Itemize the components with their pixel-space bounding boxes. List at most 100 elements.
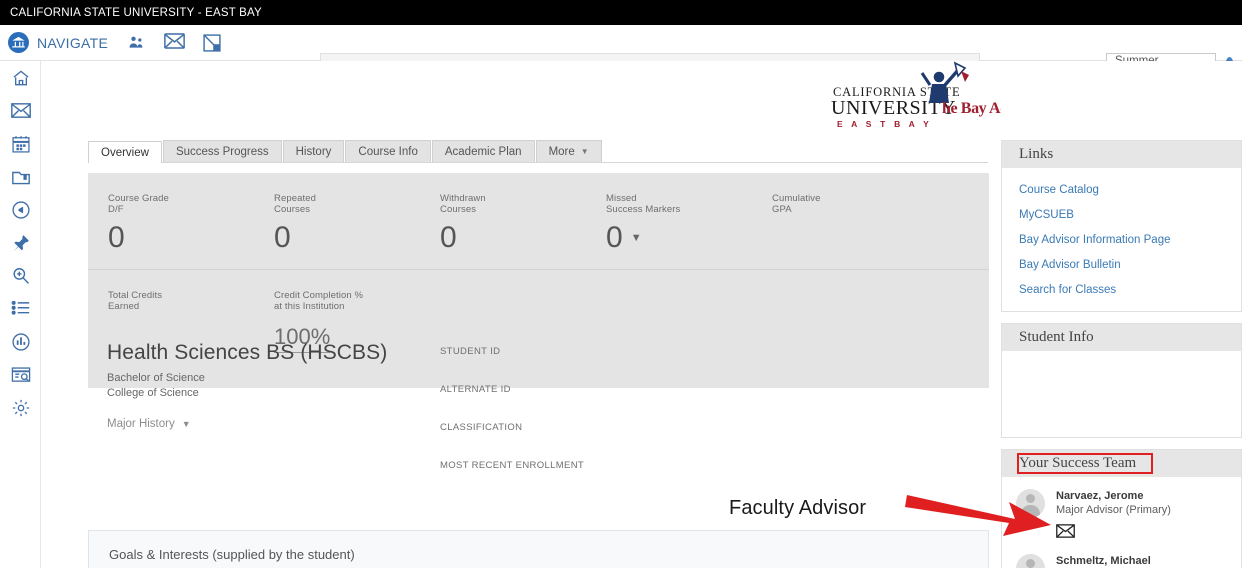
link-bay-advisor-information-page[interactable]: Bay Advisor Information Page bbox=[1019, 228, 1241, 253]
tab-label: History bbox=[295, 145, 332, 158]
member-role: Major Advisor (Primary) bbox=[1056, 504, 1171, 516]
field-alternate-id: ALTERNATE ID bbox=[440, 384, 511, 395]
metric-label-line2: Courses bbox=[440, 204, 477, 215]
rail-item-campaigns[interactable] bbox=[0, 193, 41, 226]
student-photo bbox=[1019, 368, 1103, 420]
metric-label-line1: Missed bbox=[606, 193, 637, 204]
link-course-catalog[interactable]: Course Catalog bbox=[1019, 178, 1241, 203]
institution-topbar: CALIFORNIA STATE UNIVERSITY - EAST BAY bbox=[0, 0, 1242, 25]
rail-item-home[interactable] bbox=[0, 61, 41, 94]
metrics-row-primary: Course Grade D/F 0 Repeated Courses 0 Wi… bbox=[88, 173, 989, 269]
navbar-icon-group bbox=[126, 32, 222, 53]
metric-label-line1: Repeated bbox=[274, 193, 317, 204]
mail-icon[interactable] bbox=[164, 32, 185, 53]
main-navbar: NAVIGATE Quick Search bbox=[0, 25, 1242, 84]
metric-label-line2: at this Institution bbox=[274, 301, 345, 312]
links-card-body: Course Catalog MyCSUEB Bay Advisor Infor… bbox=[1002, 168, 1241, 311]
tab-success-progress[interactable]: Success Progress bbox=[162, 140, 282, 162]
metric-label-line1: Credit Completion % bbox=[274, 290, 364, 301]
success-team-card-title: Your Success Team bbox=[1019, 455, 1137, 471]
student-id-fields: STUDENT ID ALTERNATE ID CLASSIFICATION M… bbox=[440, 346, 740, 498]
logo-line3: E A S T B A Y bbox=[837, 119, 932, 129]
metric-course-grade-df: Course Grade D/F 0 bbox=[108, 193, 274, 269]
tab-label: Academic Plan bbox=[444, 145, 522, 158]
students-icon[interactable] bbox=[126, 33, 146, 53]
metric-value: 0 bbox=[274, 221, 291, 254]
rail-item-messages[interactable] bbox=[0, 94, 41, 127]
metric-label-line2: Courses bbox=[274, 204, 311, 215]
calendar-sync-icon[interactable] bbox=[202, 33, 222, 53]
member-name: Narvaez, Jerome bbox=[1056, 490, 1144, 502]
tab-label: Overview bbox=[101, 146, 149, 159]
metric-cumulative-gpa: Cumulative GPA bbox=[772, 193, 938, 269]
link-mycsueb[interactable]: MyCSUEB bbox=[1019, 203, 1241, 228]
page-root: CALIFORNIA STATE UNIVERSITY - EAST BAY N… bbox=[0, 0, 1242, 568]
rail-item-calendar[interactable] bbox=[0, 127, 41, 160]
rail-item-settings[interactable] bbox=[0, 391, 41, 424]
program-block: Health Sciences BS (HSCBS) Bachelor of S… bbox=[107, 341, 437, 430]
program-title: Health Sciences BS (HSCBS) bbox=[107, 341, 388, 364]
links-card: Links Course Catalog MyCSUEB Bay Advisor… bbox=[1001, 140, 1242, 312]
metric-label-line2: D/F bbox=[108, 204, 124, 215]
annotation-label: Faculty Advisor bbox=[729, 497, 867, 519]
field-classification: CLASSIFICATION bbox=[440, 422, 523, 433]
main-content: CALIFORNIA STATE UNIVERSITY E A S T B A … bbox=[41, 61, 1041, 568]
metric-label-line2: Success Markers bbox=[606, 204, 681, 215]
goals-interests-title: Goals & Interests (supplied by the stude… bbox=[109, 547, 355, 562]
metric-label-line1: Total Credits bbox=[108, 290, 163, 301]
major-history-toggle[interactable]: Major History ▼ bbox=[107, 418, 437, 430]
tab-history[interactable]: History bbox=[282, 140, 345, 162]
program-degree: Bachelor of Science bbox=[107, 372, 205, 384]
links-card-title: Links bbox=[1002, 141, 1241, 168]
brand-name: NAVIGATE bbox=[37, 34, 109, 51]
chevron-down-icon: ▼ bbox=[181, 419, 191, 429]
major-history-label: Major History bbox=[107, 418, 175, 430]
tab-label: More bbox=[548, 145, 575, 158]
success-team-card-title-bar: Your Success Team bbox=[1002, 450, 1241, 477]
metric-value: 0 bbox=[606, 221, 623, 254]
field-most-recent-enrollment: MOST RECENT ENROLLMENT bbox=[440, 460, 585, 471]
tab-more[interactable]: More ▼ bbox=[535, 140, 602, 162]
chevron-down-icon[interactable]: ▼ bbox=[631, 220, 642, 256]
rail-item-reports[interactable] bbox=[0, 358, 41, 391]
metric-label-line1: Withdrawn bbox=[440, 193, 486, 204]
metric-label-line2: Earned bbox=[108, 301, 140, 312]
avatar bbox=[1016, 554, 1045, 568]
metric-label-line1: Course Grade bbox=[108, 193, 169, 204]
navigate-logo-icon bbox=[8, 32, 29, 53]
metric-label-line1: Cumulative bbox=[772, 193, 821, 204]
program-college: College of Science bbox=[107, 387, 199, 399]
tab-label: Success Progress bbox=[175, 145, 269, 158]
tab-academic-plan[interactable]: Academic Plan bbox=[431, 140, 535, 162]
metric-repeated-courses: Repeated Courses 0 bbox=[274, 193, 440, 269]
rail-item-advanced-search[interactable] bbox=[0, 259, 41, 292]
chevron-down-icon: ▼ bbox=[580, 147, 589, 156]
tab-overview[interactable]: Overview bbox=[88, 141, 162, 163]
tab-course-info[interactable]: Course Info bbox=[345, 140, 431, 162]
rail-item-cases[interactable] bbox=[0, 160, 41, 193]
metric-label-line2: GPA bbox=[772, 204, 792, 215]
member-name: Schmeltz, Michael bbox=[1056, 555, 1151, 567]
university-logo: CALIFORNIA STATE UNIVERSITY E A S T B A … bbox=[789, 61, 1041, 131]
envelope-icon[interactable] bbox=[1056, 524, 1171, 543]
metric-value: 0 bbox=[440, 221, 457, 254]
rail-item-analytics[interactable] bbox=[0, 325, 41, 358]
student-info-card-title: Student Info bbox=[1002, 324, 1241, 351]
tab-label: Course Info bbox=[358, 145, 418, 158]
link-search-for-classes[interactable]: Search for Classes bbox=[1019, 278, 1241, 303]
metric-value: 0 bbox=[108, 221, 125, 254]
rail-item-lists[interactable] bbox=[0, 292, 41, 325]
field-student-id: STUDENT ID bbox=[440, 346, 501, 357]
rail-item-pin[interactable] bbox=[0, 226, 41, 259]
left-icon-rail bbox=[0, 61, 41, 568]
brand-home-link[interactable]: NAVIGATE bbox=[0, 32, 120, 53]
student-info-card-body bbox=[1002, 351, 1241, 437]
student-info-card: Student Info bbox=[1001, 323, 1242, 438]
metric-missed-success-markers: Missed Success Markers 0 ▼ bbox=[606, 193, 772, 269]
link-bay-advisor-bulletin[interactable]: Bay Advisor Bulletin bbox=[1019, 253, 1241, 278]
section-tabs: Overview Success Progress History Course… bbox=[88, 140, 988, 163]
product-name: he Bay Advisor bbox=[942, 100, 1001, 117]
annotation-arrow bbox=[905, 487, 1055, 547]
institution-name: CALIFORNIA STATE UNIVERSITY - EAST BAY bbox=[10, 6, 262, 19]
goals-interests-panel: Goals & Interests (supplied by the stude… bbox=[88, 530, 989, 568]
